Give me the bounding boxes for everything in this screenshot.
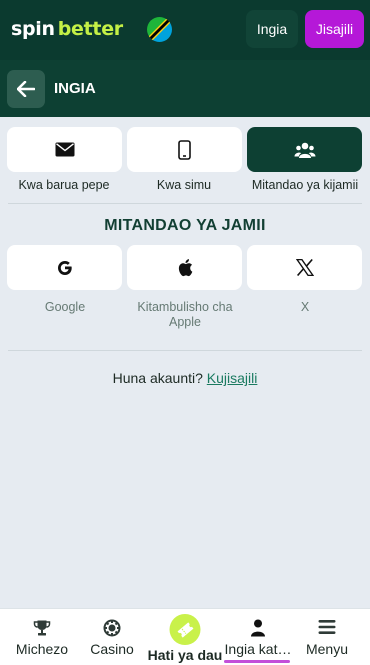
apple-login-button[interactable] bbox=[127, 245, 242, 290]
tab-email-label: Kwa barua pepe bbox=[18, 178, 110, 192]
arrow-left-icon bbox=[17, 81, 35, 97]
trophy-icon bbox=[33, 620, 51, 636]
users-icon bbox=[294, 142, 315, 158]
register-button[interactable]: Jisajili bbox=[305, 10, 364, 48]
signup-prompt: Huna akaunti? Kujisajili bbox=[0, 370, 370, 386]
nav-menu-label: Menyu bbox=[305, 641, 349, 657]
logo-spin-text: spin bbox=[11, 18, 55, 40]
google-icon bbox=[57, 260, 72, 275]
page-title: INGIA bbox=[54, 80, 96, 97]
apple-label: Kitambulisho cha Apple bbox=[137, 300, 233, 329]
smartphone-icon bbox=[178, 139, 191, 160]
bottom-navigation: Michezo Casino Hati ya dau Ingia kat… Me… bbox=[0, 608, 370, 665]
person-icon bbox=[251, 619, 265, 637]
tab-phone-label: Kwa simu bbox=[156, 178, 212, 192]
ticket-icon bbox=[177, 621, 193, 638]
casino-chip-icon bbox=[103, 619, 121, 637]
active-nav-indicator bbox=[224, 660, 290, 663]
spinbetter-logo[interactable]: spin better bbox=[11, 18, 123, 40]
login-button[interactable]: Ingia bbox=[246, 10, 298, 48]
nav-login[interactable]: Ingia kat… bbox=[220, 609, 296, 665]
x-icon bbox=[295, 259, 314, 276]
tab-social[interactable] bbox=[247, 127, 362, 172]
social-section-title: MITANDAO YA JAMII bbox=[104, 217, 266, 234]
page-titlebar: INGIA bbox=[0, 60, 370, 117]
nav-betslip-label: Hati ya dau bbox=[147, 647, 223, 663]
tanzania-flag-icon[interactable] bbox=[147, 17, 172, 42]
google-login-button[interactable] bbox=[7, 245, 122, 290]
google-label: Google bbox=[44, 300, 86, 314]
tab-phone[interactable] bbox=[127, 127, 242, 172]
back-button[interactable] bbox=[7, 70, 45, 108]
signup-prompt-text: Huna akaunti? bbox=[112, 370, 203, 386]
logo-better-text: better bbox=[57, 18, 123, 40]
x-login-button[interactable] bbox=[247, 245, 362, 290]
tab-social-label: Mitandao ya kijamii bbox=[251, 178, 359, 192]
menu-icon bbox=[318, 620, 336, 634]
signup-link[interactable]: Kujisajili bbox=[207, 370, 258, 386]
top-header: spin better Ingia Jisajili bbox=[0, 0, 370, 60]
nav-login-label: Ingia kat… bbox=[224, 641, 292, 657]
divider bbox=[8, 350, 362, 351]
apple-icon bbox=[178, 259, 192, 277]
nav-menu[interactable]: Menyu bbox=[290, 609, 364, 665]
betslip-circle bbox=[169, 614, 201, 645]
nav-betslip[interactable]: Hati ya dau bbox=[140, 609, 230, 665]
envelope-icon bbox=[55, 142, 74, 157]
divider bbox=[8, 203, 362, 204]
tab-email[interactable] bbox=[7, 127, 122, 172]
x-label: X bbox=[300, 300, 310, 314]
